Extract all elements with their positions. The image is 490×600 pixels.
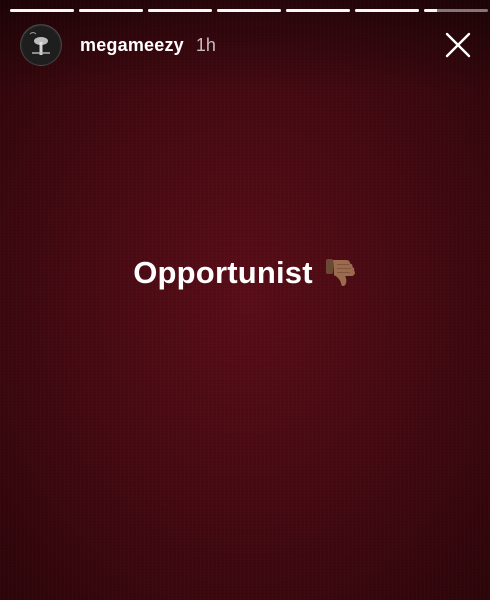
story-view[interactable]: megameezy 1h Opportunist xyxy=(0,0,490,600)
thumbs-down-icon xyxy=(325,259,355,286)
progress-segment-fill xyxy=(217,9,281,12)
story-header: megameezy 1h xyxy=(20,23,478,67)
progress-segment-fill xyxy=(10,9,74,12)
progress-segment xyxy=(424,9,488,12)
caption-text: Opportunist xyxy=(133,255,313,290)
avatar-icon xyxy=(22,26,60,64)
background-texture xyxy=(0,0,490,600)
progress-segment-fill xyxy=(148,9,212,12)
progress-segment xyxy=(217,9,281,12)
progress-segment-fill xyxy=(355,9,419,12)
close-icon xyxy=(445,32,471,58)
progress-segment-fill xyxy=(286,9,350,12)
progress-bar xyxy=(10,9,488,12)
story-caption: Opportunist xyxy=(0,255,490,291)
avatar[interactable] xyxy=(20,24,62,66)
progress-segment xyxy=(148,9,212,12)
progress-segment xyxy=(286,9,350,12)
username[interactable]: megameezy xyxy=(80,35,184,56)
progress-segment xyxy=(355,9,419,12)
progress-segment xyxy=(10,9,74,12)
progress-segment-fill xyxy=(424,9,437,12)
progress-segment-fill xyxy=(79,9,143,12)
progress-segment xyxy=(79,9,143,12)
timestamp: 1h xyxy=(195,34,216,55)
close-button[interactable] xyxy=(442,29,474,61)
